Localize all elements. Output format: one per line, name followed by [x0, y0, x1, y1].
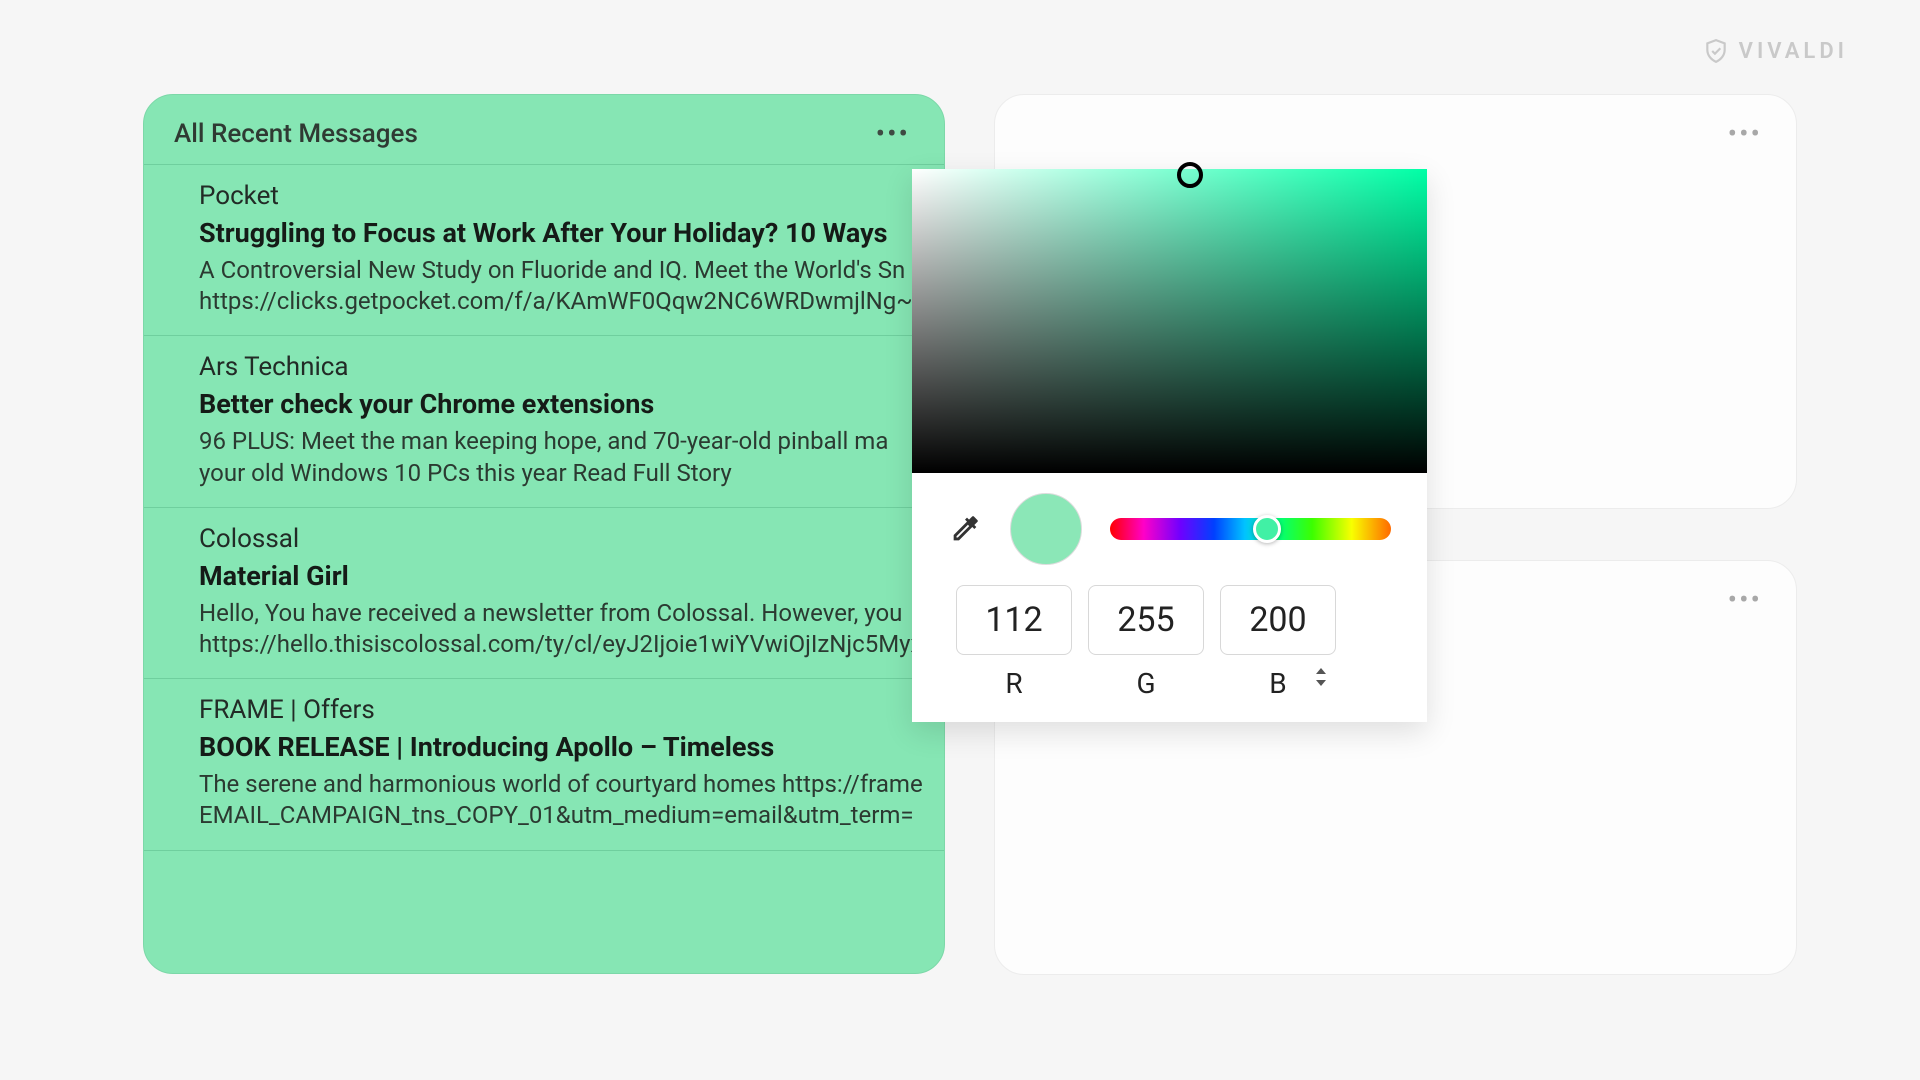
color-mode-toggle[interactable]: [1263, 667, 1379, 692]
r-label: R: [956, 667, 1072, 700]
message-sender: Pocket: [199, 181, 914, 211]
message-preview: A Controversial New Study on Fluoride an…: [199, 255, 914, 317]
message-preview: The serene and harmonious world of court…: [199, 769, 914, 831]
hue-thumb[interactable]: [1253, 515, 1281, 543]
message-subject: BOOK RELEASE | Introducing Apollo – Time…: [199, 731, 914, 763]
g-label: G: [1088, 667, 1204, 700]
color-cursor[interactable]: [1177, 162, 1203, 188]
b-input[interactable]: [1220, 585, 1336, 655]
brand-name: VIVALDI: [1739, 39, 1848, 64]
message-item[interactable]: Pocket Struggling to Focus at Work After…: [144, 164, 944, 335]
widget-more-button[interactable]: •••: [1724, 583, 1766, 616]
shield-check-icon: [1703, 38, 1729, 64]
message-sender: Ars Technica: [199, 352, 914, 382]
up-down-icon: [1314, 667, 1328, 687]
message-subject: Better check your Chrome extensions: [199, 388, 914, 420]
message-item[interactable]: Colossal Material Girl Hello, You have r…: [144, 507, 944, 678]
panel-more-button[interactable]: •••: [872, 117, 914, 150]
widget-more-button[interactable]: •••: [1724, 117, 1766, 150]
message-item[interactable]: Ars Technica Better check your Chrome ex…: [144, 335, 944, 506]
hue-slider[interactable]: [1110, 518, 1391, 540]
saturation-brightness-field[interactable]: [912, 169, 1427, 473]
message-subject: Struggling to Focus at Work After Your H…: [199, 217, 914, 249]
messages-panel: All Recent Messages ••• Pocket Strugglin…: [143, 94, 945, 974]
message-preview: Hello, You have received a newsletter fr…: [199, 598, 914, 660]
g-input[interactable]: [1088, 585, 1204, 655]
message-item[interactable]: FRAME | Offers BOOK RELEASE | Introducin…: [144, 678, 944, 850]
panel-title: All Recent Messages: [174, 119, 418, 149]
message-subject: Material Girl: [199, 560, 914, 592]
current-color-swatch: [1010, 493, 1082, 565]
eyedropper-icon[interactable]: [948, 512, 982, 546]
message-sender: FRAME | Offers: [199, 695, 914, 725]
color-picker: R G B: [912, 169, 1427, 722]
brand-logo: VIVALDI: [1703, 38, 1848, 64]
message-preview: 96 PLUS: Meet the man keeping hope, and …: [199, 426, 914, 488]
message-sender: Colossal: [199, 524, 914, 554]
r-input[interactable]: [956, 585, 1072, 655]
